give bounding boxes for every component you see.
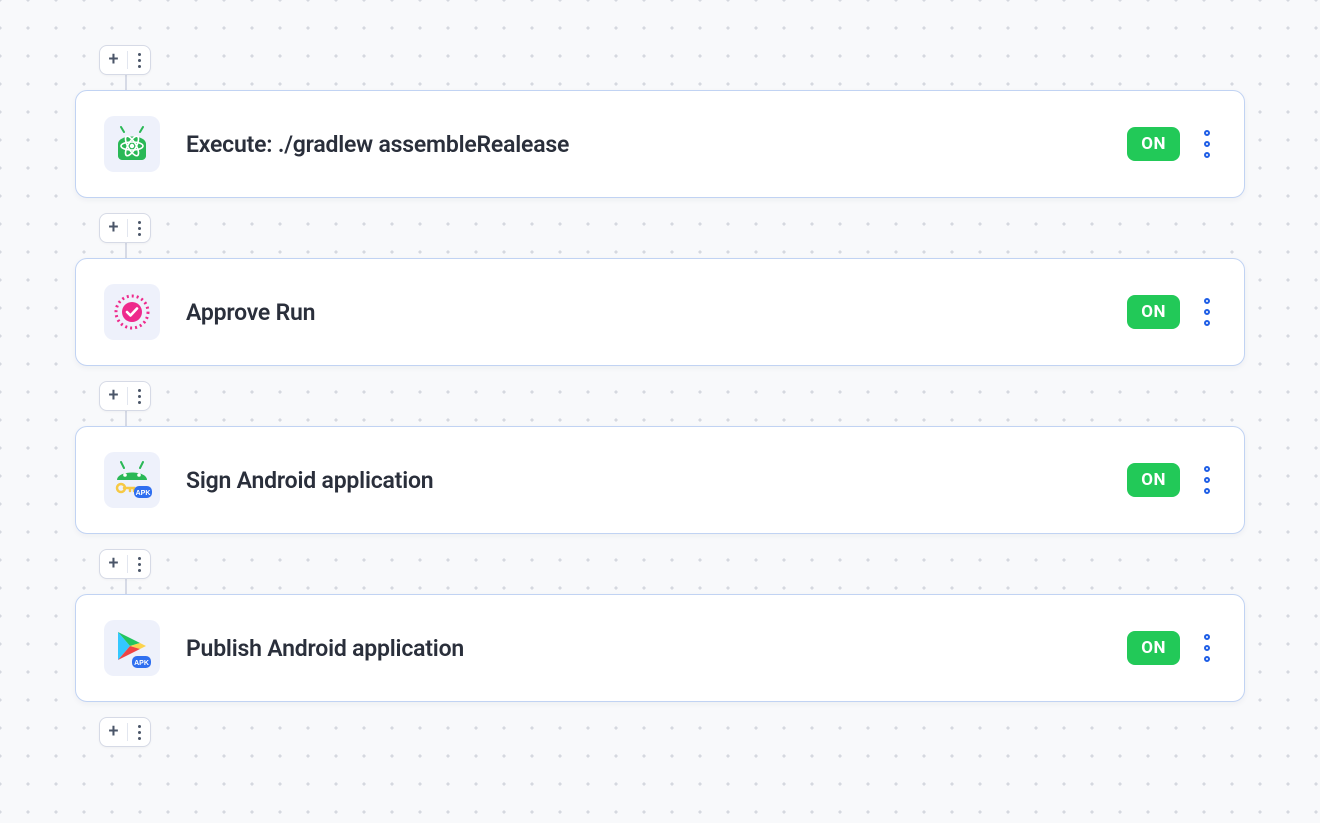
add-step-button[interactable]: + xyxy=(99,45,151,75)
more-icon[interactable] xyxy=(128,557,150,572)
step-title: Sign Android application xyxy=(186,467,1127,494)
svg-text:APK: APK xyxy=(134,660,149,667)
add-step-row: + xyxy=(99,381,1245,411)
step-options-icon[interactable] xyxy=(1198,292,1216,332)
add-step-button[interactable]: + xyxy=(99,549,151,579)
publish-play-icon: APK xyxy=(104,620,160,676)
add-step-button[interactable]: + xyxy=(99,213,151,243)
plus-icon: + xyxy=(100,555,128,573)
step-options-icon[interactable] xyxy=(1198,460,1216,500)
approve-seal-icon xyxy=(104,284,160,340)
step-title: Approve Run xyxy=(186,299,1127,326)
step-options-icon[interactable] xyxy=(1198,628,1216,668)
step-title: Publish Android application xyxy=(186,635,1127,662)
workflow: + Execute: ./gradlew assembleRealease ON xyxy=(75,45,1245,747)
step-title: Execute: ./gradlew assembleRealease xyxy=(186,131,1127,158)
add-step-row: + xyxy=(99,717,1245,747)
more-icon[interactable] xyxy=(128,725,150,740)
plus-icon: + xyxy=(100,51,128,69)
add-step-row: + xyxy=(99,213,1245,243)
toggle-button[interactable]: ON xyxy=(1127,127,1180,161)
add-step-row: + xyxy=(99,45,1245,75)
react-android-icon xyxy=(104,116,160,172)
toggle-button[interactable]: ON xyxy=(1127,631,1180,665)
plus-icon: + xyxy=(100,387,128,405)
step-card[interactable]: APK Publish Android application ON xyxy=(75,594,1245,702)
svg-text:APK: APK xyxy=(136,490,151,497)
toggle-button[interactable]: ON xyxy=(1127,295,1180,329)
step-card[interactable]: Approve Run ON xyxy=(75,258,1245,366)
sign-apk-icon: APK xyxy=(104,452,160,508)
toggle-button[interactable]: ON xyxy=(1127,463,1180,497)
plus-icon: + xyxy=(100,219,128,237)
step-options-icon[interactable] xyxy=(1198,124,1216,164)
more-icon[interactable] xyxy=(128,389,150,404)
plus-icon: + xyxy=(100,723,128,741)
step-card[interactable]: Execute: ./gradlew assembleRealease ON xyxy=(75,90,1245,198)
add-step-button[interactable]: + xyxy=(99,381,151,411)
step-card[interactable]: APK Sign Android application ON xyxy=(75,426,1245,534)
more-icon[interactable] xyxy=(128,53,150,68)
add-step-row: + xyxy=(99,549,1245,579)
more-icon[interactable] xyxy=(128,221,150,236)
add-step-button[interactable]: + xyxy=(99,717,151,747)
